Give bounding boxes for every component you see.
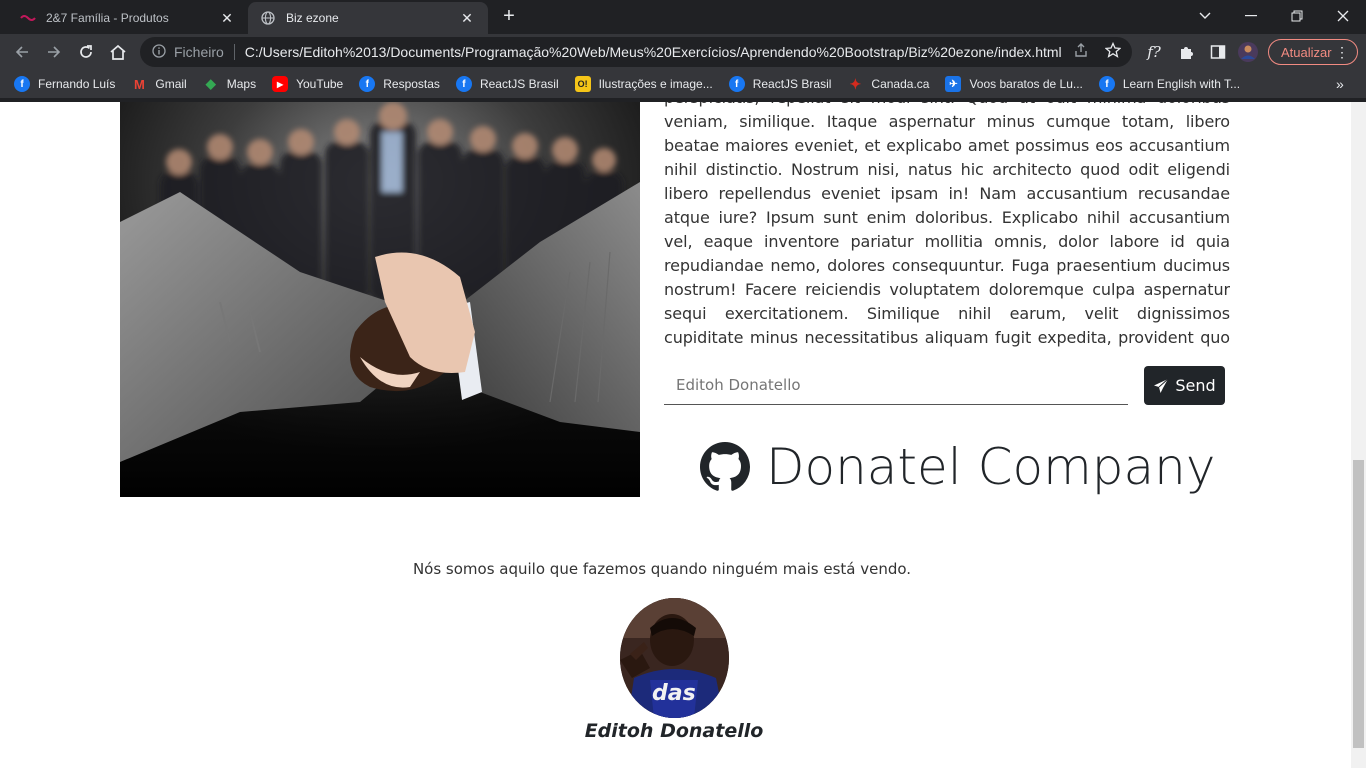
tab-title: Biz ezone bbox=[286, 11, 339, 25]
illustrations-icon: O! bbox=[574, 76, 591, 92]
bookmark-label: Fernando Luís bbox=[38, 77, 116, 91]
back-arrow-icon[interactable] bbox=[8, 38, 36, 66]
update-chrome-button[interactable]: Atualizar ⋮ bbox=[1268, 39, 1358, 65]
address-bar[interactable]: Ficheiro C:/Users/Editoh%2013/Documents/… bbox=[140, 37, 1132, 67]
bookmark-label: ReactJS Brasil bbox=[479, 77, 559, 91]
name-input[interactable] bbox=[664, 366, 1128, 405]
company-name: Donatel Company bbox=[766, 438, 1216, 496]
bookmarks-bar: f Fernando Luís M Gmail ◆ Maps ▶ YouTube f Respos… bbox=[0, 70, 1366, 98]
bookmark-item[interactable]: f ReactJS Brasil bbox=[728, 76, 832, 92]
handshake-business-image bbox=[120, 102, 640, 497]
quote-text: Nós somos aquilo que fazemos quando ning… bbox=[412, 560, 912, 578]
forward-arrow-icon[interactable] bbox=[40, 38, 68, 66]
bookmark-item[interactable]: O! Ilustrações e image... bbox=[574, 76, 713, 92]
facebook-icon: f bbox=[14, 76, 30, 92]
security-label: Ficheiro bbox=[174, 44, 224, 60]
bookmark-label: Learn English with T... bbox=[1122, 77, 1241, 91]
quote-text-wrap: Nós somos aquilo que fazemos quando ning… bbox=[0, 560, 1350, 578]
bookmark-label: Canada.ca bbox=[871, 77, 930, 91]
svg-text:das: das bbox=[652, 681, 696, 706]
new-tab-icon[interactable]: + bbox=[498, 6, 520, 28]
flights-icon: ✈ bbox=[945, 76, 962, 92]
author-name-wrap: Editoh Donatello bbox=[0, 720, 1350, 742]
info-icon[interactable] bbox=[152, 43, 166, 61]
url-text[interactable]: C:/Users/Editoh%2013/Documents/Programaç… bbox=[245, 44, 1132, 60]
bookmark-label: Respostas bbox=[383, 77, 440, 91]
bookmark-item[interactable]: f Fernando Luís bbox=[14, 76, 115, 92]
bookmark-label: Ilustrações e image... bbox=[598, 77, 713, 91]
extension-formula-icon[interactable]: f? bbox=[1140, 38, 1168, 66]
close-window-icon[interactable] bbox=[1320, 0, 1366, 32]
minimize-icon[interactable] bbox=[1228, 0, 1274, 32]
gmail-icon: M bbox=[133, 76, 145, 92]
bookmark-item[interactable]: f ReactJS Brasil bbox=[455, 76, 559, 92]
extensions-puzzle-icon[interactable] bbox=[1172, 38, 1200, 66]
profile-avatar-icon[interactable] bbox=[1234, 38, 1262, 66]
page-viewport: perspiciatis, repellat sit modi sint. Qu… bbox=[0, 102, 1366, 768]
facebook-icon: f bbox=[1098, 76, 1115, 92]
reload-icon[interactable] bbox=[72, 38, 100, 66]
bookmark-label: ReactJS Brasil bbox=[752, 77, 832, 91]
tab-biz-ezone[interactable]: Biz ezone ✕ bbox=[248, 2, 488, 34]
tab-close-icon[interactable]: ✕ bbox=[218, 9, 236, 27]
facebook-icon: f bbox=[359, 76, 376, 92]
bookmark-item[interactable]: f Respostas bbox=[359, 76, 440, 92]
send-button[interactable]: Send bbox=[1144, 366, 1225, 405]
bookmark-item[interactable]: M Gmail bbox=[131, 76, 187, 92]
bookmark-label: Gmail bbox=[155, 77, 187, 91]
omnibox-divider bbox=[233, 44, 235, 60]
maple-leaf-icon: ✦ bbox=[849, 75, 862, 92]
menu-dots-icon[interactable]: ⋮ bbox=[1335, 44, 1349, 60]
bookmark-item[interactable]: ✈ Voos baratos de Lu... bbox=[945, 76, 1083, 92]
side-panel-icon[interactable] bbox=[1204, 38, 1232, 66]
bookmark-label: Maps bbox=[226, 77, 257, 91]
tab-close-icon[interactable]: ✕ bbox=[458, 9, 476, 27]
browser-toolbar: Ficheiro C:/Users/Editoh%2013/Documents/… bbox=[0, 34, 1366, 70]
bookmark-item[interactable]: f Learn English with T... bbox=[1098, 76, 1241, 92]
youtube-icon: ▶ bbox=[272, 76, 289, 92]
tab-search-chevron-icon[interactable] bbox=[1182, 0, 1228, 32]
author-name: Editoh Donatello bbox=[584, 720, 764, 742]
tab-strip: 2&7 Família - Produtos ✕ Biz ezone ✕ + bbox=[0, 0, 1366, 34]
company-heading: Donatel Company bbox=[700, 434, 1215, 500]
send-form: Send bbox=[664, 366, 1230, 406]
scrollbar-thumb[interactable] bbox=[1353, 460, 1364, 748]
bookmark-item[interactable]: ▶ YouTube bbox=[272, 76, 343, 92]
bookmark-item[interactable]: ◆ Maps bbox=[203, 76, 256, 92]
avatar: das bbox=[620, 598, 729, 718]
more-bookmarks-chevron-icon[interactable]: » bbox=[1336, 76, 1350, 92]
facebook-icon: f bbox=[728, 76, 745, 92]
site-favicon-icon bbox=[20, 10, 36, 26]
facebook-icon: f bbox=[455, 76, 472, 92]
tab-title: 2&7 Família - Produtos bbox=[46, 11, 169, 25]
share-icon[interactable] bbox=[1072, 41, 1090, 59]
update-label: Atualizar bbox=[1281, 44, 1332, 60]
home-icon[interactable] bbox=[104, 38, 132, 66]
bookmark-star-icon[interactable] bbox=[1104, 41, 1122, 59]
paper-plane-icon bbox=[1154, 378, 1169, 393]
page-scrollbar[interactable] bbox=[1351, 102, 1366, 768]
lorem-paragraph: perspiciatis, repellat sit modi sint. Qu… bbox=[664, 102, 1230, 347]
tab-familia-produtos[interactable]: 2&7 Família - Produtos ✕ bbox=[8, 2, 248, 34]
bookmark-item[interactable]: ✦ Canada.ca bbox=[847, 75, 930, 92]
restore-icon[interactable] bbox=[1274, 0, 1320, 32]
maps-icon: ◆ bbox=[205, 76, 216, 91]
paragraph-clip: perspiciatis, repellat sit modi sint. Qu… bbox=[664, 102, 1230, 352]
bookmark-label: YouTube bbox=[296, 77, 344, 91]
send-label: Send bbox=[1175, 376, 1216, 395]
bookmark-label: Voos baratos de Lu... bbox=[969, 77, 1083, 91]
globe-icon bbox=[260, 10, 276, 26]
github-icon bbox=[700, 442, 750, 491]
